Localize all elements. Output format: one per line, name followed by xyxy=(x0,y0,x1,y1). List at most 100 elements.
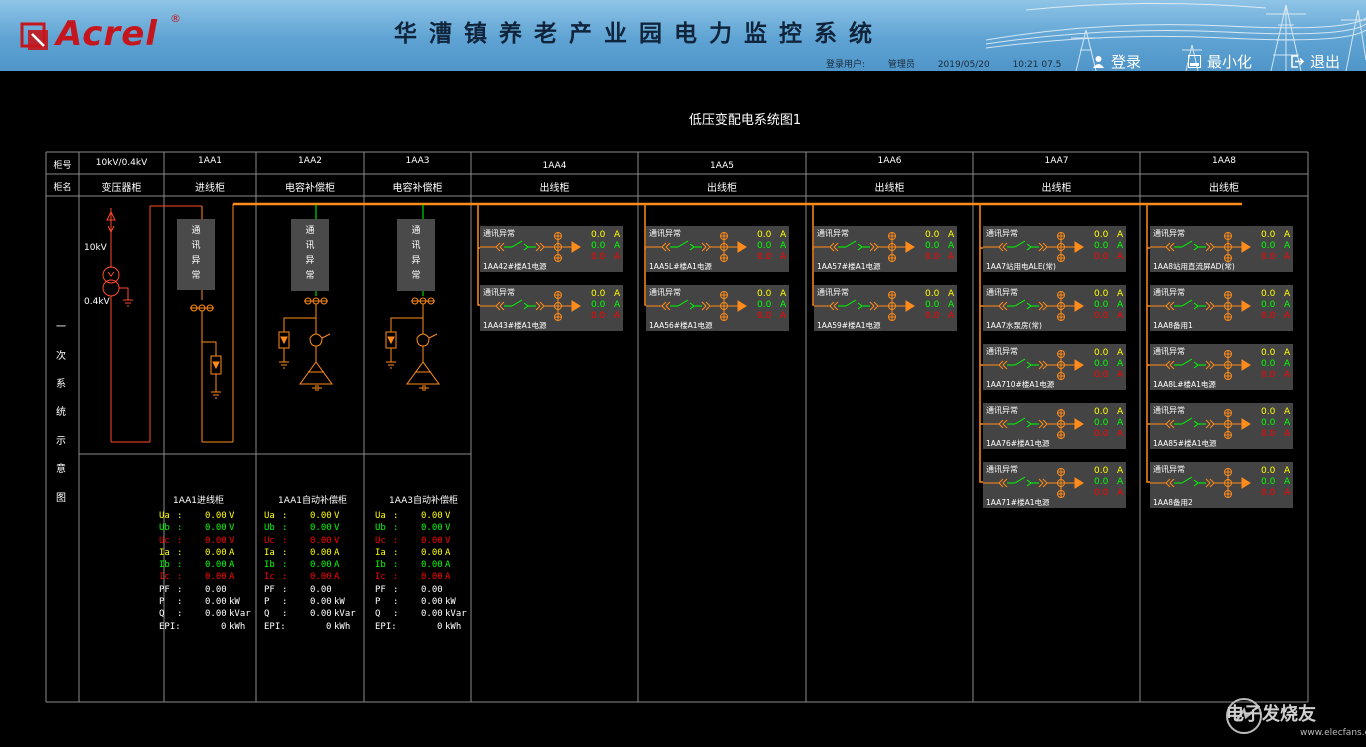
meter-row: Ia: 0.00 A xyxy=(375,547,475,559)
feeder-ib-value: 0.0 xyxy=(1261,418,1276,428)
col-number-1aa7: 1AA7 xyxy=(1044,156,1069,166)
col-number-1aa3: 1AA3 xyxy=(405,156,430,166)
meter-row-value: 0.00 xyxy=(310,511,332,521)
feeder-comm-status: 通讯异常 xyxy=(817,288,849,297)
side-label-char: 图 xyxy=(56,493,66,504)
feeder-ib-value: 0.0 xyxy=(1094,477,1109,487)
feeder-ic-unit: A xyxy=(1117,429,1124,439)
comm-char: 讯 xyxy=(191,241,201,251)
meter-row-label: Q xyxy=(375,609,381,620)
feeder-box-aa8-4[interactable]: 通讯异常 0.0 0.0 0.0 A A A 1AA85#楼A1电源 xyxy=(1150,403,1293,449)
feeder-box-aa6-1[interactable]: 通讯异常 0.0 0.0 0.0 A A A 1AA57#楼A1电源 xyxy=(814,226,957,272)
col-name-1aa1: 进线柜 xyxy=(195,183,225,194)
meter-row-value: 0.00 xyxy=(310,560,332,571)
feeder-comm-status: 通讯异常 xyxy=(986,288,1018,297)
feeder-name: 1AA76#楼A1电源 xyxy=(986,439,1050,448)
feeder-box-aa7-5[interactable]: 通讯异常 0.0 0.0 0.0 A A A 1AA71#楼A1电源 xyxy=(983,462,1126,508)
meter-row-value: 0.00 xyxy=(421,535,443,546)
meter-row-label: Ia xyxy=(264,547,275,558)
feeder-ia-value: 0.0 xyxy=(757,289,772,299)
feeder-box-aa7-2[interactable]: 通讯异常 0.0 0.0 0.0 A A A 1AA7水泵房(常) xyxy=(983,285,1126,331)
meter-row: PF: 0.00 xyxy=(159,584,259,596)
feeder-box-aa5-2[interactable]: 通讯异常 0.0 0.0 0.0 A A A 1AA56#楼A1电源 xyxy=(646,285,789,331)
comm-char: 常 xyxy=(305,271,315,281)
meter-row-label: Ua xyxy=(264,511,275,521)
feeder-name: 1AA59#楼A1电源 xyxy=(817,321,881,330)
feeder-box-aa8-5[interactable]: 通讯异常 0.0 0.0 0.0 A A A 1AA8备用2 xyxy=(1150,462,1293,508)
meter-row-label: Ib xyxy=(375,560,386,571)
meter-row-colon: : xyxy=(177,511,183,521)
meter-row-value: 0.00 xyxy=(310,547,332,558)
feeder-box-aa8-1[interactable]: 通讯异常 0.0 0.0 0.0 A A A 1AA8站用直流屏AD(常) xyxy=(1150,226,1293,272)
feeder-ib-value: 0.0 xyxy=(757,300,772,310)
meter-row: PF: 0.00 xyxy=(264,584,364,596)
meter-row: Ua: 0.00 V xyxy=(264,510,364,522)
meter-row-unit: A xyxy=(445,572,451,583)
meter-row: P: 0.00 kW xyxy=(375,596,475,608)
meter-row-label: Ua xyxy=(375,511,386,521)
feeder-ia-value: 0.0 xyxy=(1094,348,1109,358)
meter-row-unit: kW xyxy=(229,597,240,608)
meter-row-colon: : xyxy=(393,609,399,620)
meter-row-value: 0.00 xyxy=(421,609,443,620)
feeder-box-aa8-2[interactable]: 通讯异常 0.0 0.0 0.0 A A A 1AA8备用1 xyxy=(1150,285,1293,331)
comm-char: 通 xyxy=(411,226,421,236)
meter-row-colon: : xyxy=(393,584,399,595)
meter-row-label: P xyxy=(375,597,381,608)
comm-char: 异 xyxy=(305,256,315,266)
feeder-box-aa4-2[interactable]: 通讯异常 0.0 0.0 0.0 A A A 1AA43#楼A1电源 xyxy=(480,285,623,331)
feeder-box-aa4-1[interactable]: 通讯异常 0.0 0.0 0.0 A A A 1AA42#楼A1电源 xyxy=(480,226,623,272)
meter-row: P: 0.00 kW xyxy=(264,596,364,608)
feeder-ib-value: 0.0 xyxy=(1261,359,1276,369)
comm-char: 异 xyxy=(411,256,421,266)
meter-row-value: 0 xyxy=(221,621,227,632)
comm-fault-box-1aa3[interactable]: 通 讯 异 常 xyxy=(397,219,435,291)
comm-char: 通 xyxy=(305,226,315,236)
comm-char: 通 xyxy=(191,226,201,236)
meter-row-colon: : xyxy=(177,609,183,620)
meter-row-colon: : xyxy=(282,523,288,534)
feeder-ic-value: 0.0 xyxy=(591,311,606,321)
meter-row-unit: V xyxy=(445,511,451,521)
feeder-ic-value: 0.0 xyxy=(1094,311,1109,321)
comm-fault-box-1aa1[interactable]: 通 讯 异 常 xyxy=(177,219,215,290)
comm-fault-box-1aa2[interactable]: 通 讯 异 常 xyxy=(291,219,329,291)
meter-row-colon: : xyxy=(393,560,399,571)
meter-row: PF: 0.00 xyxy=(375,584,475,596)
meter-row-value: 0.00 xyxy=(205,584,227,595)
feeder-ia-unit: A xyxy=(1117,289,1124,299)
feeder-ic-value: 0.0 xyxy=(1261,429,1276,439)
feeder-ia-unit: A xyxy=(1117,230,1124,240)
feeder-box-aa5-1[interactable]: 通讯异常 0.0 0.0 0.0 A A A 1AA5L#楼A1电源 xyxy=(646,226,789,272)
meter-row-unit: A xyxy=(334,572,340,583)
feeder-ia-value: 0.0 xyxy=(1094,289,1109,299)
feeder-comm-status: 通讯异常 xyxy=(986,347,1018,356)
feeder-name: 1AA8备用2 xyxy=(1153,498,1193,507)
meter-row: Ib: 0.00 A xyxy=(264,559,364,571)
meter-row-value: 0.00 xyxy=(310,572,332,583)
feeder-box-aa7-1[interactable]: 通讯异常 0.0 0.0 0.0 A A A 1AA7站用电ALE(常) xyxy=(983,226,1126,272)
feeder-ic-value: 0.0 xyxy=(1094,488,1109,498)
col-name-1aa2: 电容补偿柜 xyxy=(285,183,335,194)
meter-row-colon: : xyxy=(177,572,183,583)
feeder-box-aa8-3[interactable]: 通讯异常 0.0 0.0 0.0 A A A 1AA8L#楼A1电源 xyxy=(1150,344,1293,390)
meter-rows: Ua:0.00 V Ub:0.00 V Uc:0.00 V Ia:0.00 A Ib:0.00 A… xyxy=(159,510,259,633)
feeder-comm-status: 通讯异常 xyxy=(986,406,1018,415)
feeder-box-aa7-3[interactable]: 通讯异常 0.0 0.0 0.0 A A A 1AA710#楼A1电源 xyxy=(983,344,1126,390)
meter-panel-1: 1AA1进线柜 Ua:0.00 V Ub:0.00 V Uc:0.00 V Ia:0.00 A… xyxy=(159,493,259,633)
feeder-box-aa7-4[interactable]: 通讯异常 0.0 0.0 0.0 A A A 1AA76#楼A1电源 xyxy=(983,403,1126,449)
feeder-comm-status: 通讯异常 xyxy=(1153,406,1185,415)
meter-row-colon: : xyxy=(282,547,288,558)
feeder-ic-value: 0.0 xyxy=(1094,252,1109,262)
feeder-box-aa6-2[interactable]: 通讯异常 0.0 0.0 0.0 A A A 1AA59#楼A1电源 xyxy=(814,285,957,331)
meter-row-unit: V xyxy=(229,511,235,521)
feeder-ia-unit: A xyxy=(1284,289,1291,299)
meter-row: Ua: 0.00 V xyxy=(375,510,475,522)
meter-row-unit: kWh xyxy=(445,621,462,632)
meter-row-label: EPI: xyxy=(159,621,181,632)
feeder-ia-value: 0.0 xyxy=(1261,230,1276,240)
feeder-ib-unit: A xyxy=(1117,300,1124,310)
feeder-ia-unit: A xyxy=(1117,407,1124,417)
meter-row: Ib: 0.00 A xyxy=(159,559,259,571)
col-name-1aa8: 出线柜 xyxy=(1209,183,1239,194)
